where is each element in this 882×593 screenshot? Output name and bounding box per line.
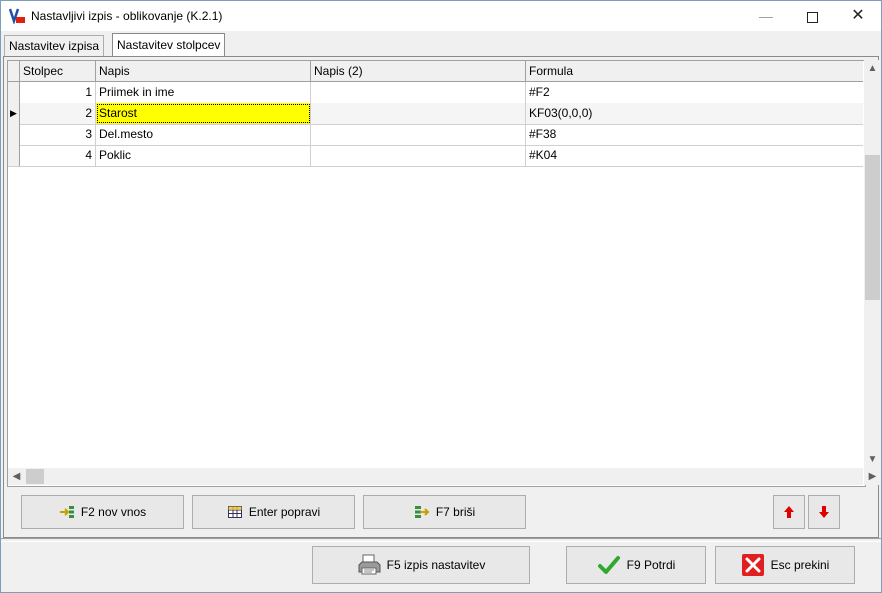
table-row[interactable]: ▶ 2 Starost KF03(0,0,0)	[8, 103, 863, 125]
cell-napis2[interactable]	[311, 124, 526, 145]
cancel-button[interactable]: Esc prekini	[715, 546, 855, 584]
header-formula[interactable]: Formula	[526, 61, 863, 81]
grid-header: Stolpec Napis Napis (2) Formula	[8, 61, 863, 82]
confirm-label: F9 Potrdi	[626, 558, 676, 572]
table-row[interactable]: 3 Del.mesto #F38	[8, 124, 863, 146]
cell-formula[interactable]: KF03(0,0,0)	[526, 103, 863, 124]
grid-icon	[227, 506, 242, 518]
arrow-up-icon	[784, 506, 794, 518]
row-indicator	[8, 145, 20, 166]
edit-label: Enter popravi	[248, 505, 321, 519]
tab-strip: Nastavitev izpisa Nastavitev stolpcev	[1, 32, 881, 57]
scroll-up-icon[interactable]: ▲	[864, 60, 881, 77]
header-napis2[interactable]: Napis (2)	[311, 61, 526, 81]
vertical-scroll-thumb[interactable]	[865, 155, 880, 300]
printer-icon	[358, 554, 381, 575]
arrow-down-icon	[819, 506, 829, 518]
header-indicator	[8, 61, 20, 81]
new-entry-label: F2 nov vnos	[80, 505, 147, 519]
delete-row-icon	[414, 506, 430, 518]
tab-nastavitev-izpisa[interactable]: Nastavitev izpisa	[4, 35, 105, 56]
cell-napis[interactable]: Del.mesto	[96, 124, 311, 145]
table-row[interactable]: 1 Priimek in ime #F2	[8, 82, 863, 104]
cell-napis-selected[interactable]: Starost	[96, 103, 311, 124]
cell-stolpec[interactable]: 1	[20, 82, 96, 103]
checkmark-icon	[597, 556, 620, 574]
insert-row-icon	[59, 506, 74, 518]
columns-grid[interactable]: Stolpec Napis Napis (2) Formula 1 Priime…	[7, 60, 866, 487]
close-button[interactable]: ✕	[835, 1, 881, 31]
delete-label: F7 briši	[435, 505, 476, 519]
window-title: Nastavljivi izpis - oblikovanje (K.2.1)	[31, 9, 223, 23]
cell-napis2[interactable]	[311, 82, 526, 103]
row-indicator	[8, 82, 20, 103]
cell-napis2[interactable]	[311, 103, 526, 124]
horizontal-scroll-thumb[interactable]	[26, 469, 44, 484]
move-down-button[interactable]	[808, 495, 840, 529]
cancel-label: Esc prekini	[770, 558, 830, 572]
main-window: Nastavljivi izpis - oblikovanje (K.2.1) …	[0, 0, 882, 593]
print-settings-label: F5 izpis nastavitev	[386, 558, 486, 572]
current-row-icon: ▶	[8, 103, 20, 124]
title-bar[interactable]: Nastavljivi izpis - oblikovanje (K.2.1) …	[1, 1, 881, 31]
cell-stolpec[interactable]: 4	[20, 145, 96, 166]
horizontal-scrollbar[interactable]: ◀	[8, 468, 863, 485]
cell-formula[interactable]: #F2	[526, 82, 863, 103]
row-indicator	[8, 124, 20, 145]
header-napis[interactable]: Napis	[96, 61, 311, 81]
cell-napis2[interactable]	[311, 145, 526, 166]
scroll-right-icon[interactable]: ▶	[864, 468, 881, 485]
new-entry-button[interactable]: F2 nov vnos	[21, 495, 184, 529]
edit-button[interactable]: Enter popravi	[192, 495, 355, 529]
cell-stolpec[interactable]: 2	[20, 103, 96, 124]
cell-napis[interactable]: Poklic	[96, 145, 311, 166]
scroll-down-icon[interactable]: ▼	[864, 451, 881, 468]
header-stolpec[interactable]: Stolpec	[20, 61, 96, 81]
maximize-icon	[806, 11, 818, 23]
table-row[interactable]: 4 Poklic #K04	[8, 145, 863, 167]
footer-divider	[1, 538, 881, 542]
app-logo-icon	[9, 8, 25, 24]
confirm-button[interactable]: F9 Potrdi	[566, 546, 706, 584]
cell-formula[interactable]: #K04	[526, 145, 863, 166]
maximize-button[interactable]	[789, 1, 835, 31]
cell-stolpec[interactable]: 3	[20, 124, 96, 145]
cell-napis[interactable]: Priimek in ime	[96, 82, 311, 103]
tab-nastavitev-stolpcev[interactable]: Nastavitev stolpcev	[112, 33, 226, 57]
cancel-x-icon	[741, 554, 764, 576]
print-settings-button[interactable]: F5 izpis nastavitev	[312, 546, 530, 584]
move-up-button[interactable]	[773, 495, 805, 529]
tab-panel: Stolpec Napis Napis (2) Formula 1 Priime…	[3, 56, 881, 538]
scroll-left-icon[interactable]: ◀	[8, 468, 25, 485]
delete-button[interactable]: F7 briši	[363, 495, 526, 529]
minimize-button[interactable]: —	[743, 1, 789, 31]
cell-formula[interactable]: #F38	[526, 124, 863, 145]
vertical-scrollbar[interactable]: ▲ ▼ ▶	[864, 60, 881, 485]
